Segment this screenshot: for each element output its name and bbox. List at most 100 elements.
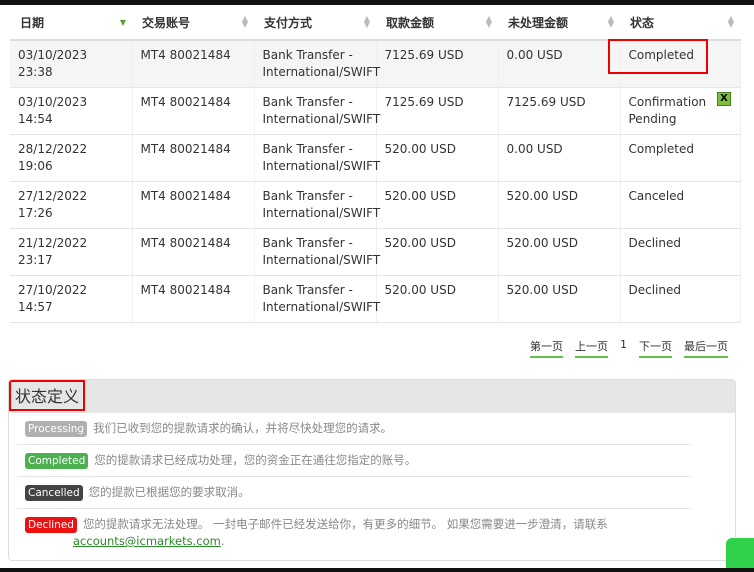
column-header[interactable]: 日期▼: [10, 5, 132, 40]
status-definitions-panel: 状态定义 Processing 我们已收到您的提款请求的确认，并将尽快处理您的请求…: [8, 379, 736, 561]
method-line: International/SWIFT: [263, 299, 376, 316]
pagination: 第一页 上一页 1 下一页 最后一页: [530, 338, 728, 358]
definition-item: Processing 我们已收到您的提款请求的确认，并将尽快处理您的请求。: [17, 413, 691, 445]
method-line: Bank Transfer -: [263, 188, 376, 205]
status-cell: Completed: [620, 134, 740, 181]
chat-icon[interactable]: [726, 538, 754, 568]
time: 14:54: [18, 111, 132, 128]
definition-item: Cancelled 您的提款已根据您的要求取消。: [17, 477, 691, 509]
date-cell: 03/10/202323:38: [10, 40, 132, 87]
amount-cell: 520.00 USD: [376, 181, 498, 228]
column-header-label: 支付方式: [264, 16, 312, 30]
sort-icon: ▲▼: [242, 16, 248, 28]
pending-cell: 7125.69 USD: [498, 87, 620, 134]
date-cell: 27/10/202214:57: [10, 275, 132, 322]
amount-cell: 7125.69 USD: [376, 87, 498, 134]
bottom-bar: [0, 568, 754, 572]
method-line: Bank Transfer -: [263, 47, 376, 64]
time: 23:38: [18, 64, 132, 81]
method-line: Bank Transfer -: [263, 235, 376, 252]
pending-cell: 0.00 USD: [498, 40, 620, 87]
amount-cell: 520.00 USD: [376, 134, 498, 181]
panel-title: 状态定义: [9, 380, 85, 411]
table-row: 21/12/202223:17 MT4 80021484 Bank Transf…: [10, 228, 740, 275]
status-badge: Completed: [25, 453, 88, 469]
current-page: 1: [620, 338, 627, 358]
date-cell: 21/12/202223:17: [10, 228, 132, 275]
time: 17:26: [18, 205, 132, 222]
date: 21/12/2022: [18, 235, 132, 252]
definition-text: 您的提款请求已经成功处理，您的资金正在通往您指定的账号。: [94, 453, 416, 467]
method-line: International/SWIFT: [263, 205, 376, 222]
time: 19:06: [18, 158, 132, 175]
column-header[interactable]: 未处理金额 ▲▼: [498, 5, 620, 40]
time: 14:57: [18, 299, 132, 316]
definition-item: Declined 您的提款请求无法处理。 一封电子邮件已经发送给你，有更多的细节。…: [17, 509, 691, 557]
account-cell: MT4 80021484: [132, 275, 254, 322]
column-header-label: 未处理金额: [508, 16, 568, 30]
column-header[interactable]: 取款金额 ▲▼: [376, 5, 498, 40]
definition-text: 您的提款请求无法处理。 一封电子邮件已经发送给你，有更多的细节。 如果您需要进一…: [83, 517, 608, 531]
status-badge: Declined: [25, 517, 77, 533]
method-line: Bank Transfer -: [263, 94, 376, 111]
status-cell: Canceled: [620, 181, 740, 228]
account-cell: MT4 80021484: [132, 181, 254, 228]
method-line: International/SWIFT: [263, 64, 376, 81]
pending-cell: 520.00 USD: [498, 275, 620, 322]
status-badge: Processing: [25, 421, 87, 437]
prev-page-link[interactable]: 上一页: [575, 338, 608, 358]
account-cell: MT4 80021484: [132, 40, 254, 87]
sort-icon: ▲▼: [728, 16, 734, 28]
status-cell: Declined: [620, 228, 740, 275]
status-cell: Declined: [620, 275, 740, 322]
cancel-withdrawal-button[interactable]: X: [717, 92, 731, 106]
email-suffix: .: [221, 534, 225, 548]
table-row: 28/12/202219:06 MT4 80021484 Bank Transf…: [10, 134, 740, 181]
column-header-label: 取款金额: [386, 16, 434, 30]
sort-icon: ▲▼: [608, 16, 614, 28]
sort-icon: ▲▼: [364, 16, 370, 28]
method-cell: Bank Transfer -International/SWIFT: [254, 228, 376, 275]
highlight-box: [608, 39, 708, 74]
column-header[interactable]: 交易账号 ▲▼: [132, 5, 254, 40]
method-line: Bank Transfer -: [263, 282, 376, 299]
date-cell: 28/12/202219:06: [10, 134, 132, 181]
method-cell: Bank Transfer -International/SWIFT: [254, 275, 376, 322]
method-line: Bank Transfer -: [263, 141, 376, 158]
status-badge: Cancelled: [25, 485, 83, 501]
definition-item: Completed 您的提款请求已经成功处理，您的资金正在通往您指定的账号。: [17, 445, 691, 477]
method-cell: Bank Transfer -International/SWIFT: [254, 181, 376, 228]
method-line: International/SWIFT: [263, 158, 376, 175]
column-header[interactable]: 支付方式 ▲▼: [254, 5, 376, 40]
last-page-link[interactable]: 最后一页: [684, 338, 728, 358]
column-header-label: 交易账号: [142, 16, 190, 30]
account-cell: MT4 80021484: [132, 87, 254, 134]
definition-text: 您的提款已根据您的要求取消。: [89, 485, 250, 499]
column-header-label: 状态: [630, 16, 654, 30]
amount-cell: 7125.69 USD: [376, 40, 498, 87]
date: 27/10/2022: [18, 282, 132, 299]
amount-cell: 520.00 USD: [376, 275, 498, 322]
date: 03/10/2023: [18, 94, 132, 111]
definition-text: 我们已收到您的提款请求的确认，并将尽快处理您的请求。: [93, 421, 392, 435]
table-row: 27/12/202217:26 MT4 80021484 Bank Transf…: [10, 181, 740, 228]
amount-cell: 520.00 USD: [376, 228, 498, 275]
account-cell: MT4 80021484: [132, 228, 254, 275]
email-link[interactable]: accounts@icmarkets.com: [73, 534, 221, 548]
pending-cell: 520.00 USD: [498, 181, 620, 228]
table-row: 27/10/202214:57 MT4 80021484 Bank Transf…: [10, 275, 740, 322]
pending-cell: 0.00 USD: [498, 134, 620, 181]
sort-icon: ▼: [120, 20, 126, 26]
sort-icon: ▲▼: [486, 16, 492, 28]
method-cell: Bank Transfer -International/SWIFT: [254, 40, 376, 87]
table-row: 03/10/202314:54 MT4 80021484 Bank Transf…: [10, 87, 740, 134]
date: 27/12/2022: [18, 188, 132, 205]
account-cell: MT4 80021484: [132, 134, 254, 181]
first-page-link[interactable]: 第一页: [530, 338, 563, 358]
column-header[interactable]: 状态 ▲▼: [620, 5, 740, 40]
time: 23:17: [18, 252, 132, 269]
date-cell: 03/10/202314:54: [10, 87, 132, 134]
pending-cell: 520.00 USD: [498, 228, 620, 275]
next-page-link[interactable]: 下一页: [639, 338, 672, 358]
date: 28/12/2022: [18, 141, 132, 158]
